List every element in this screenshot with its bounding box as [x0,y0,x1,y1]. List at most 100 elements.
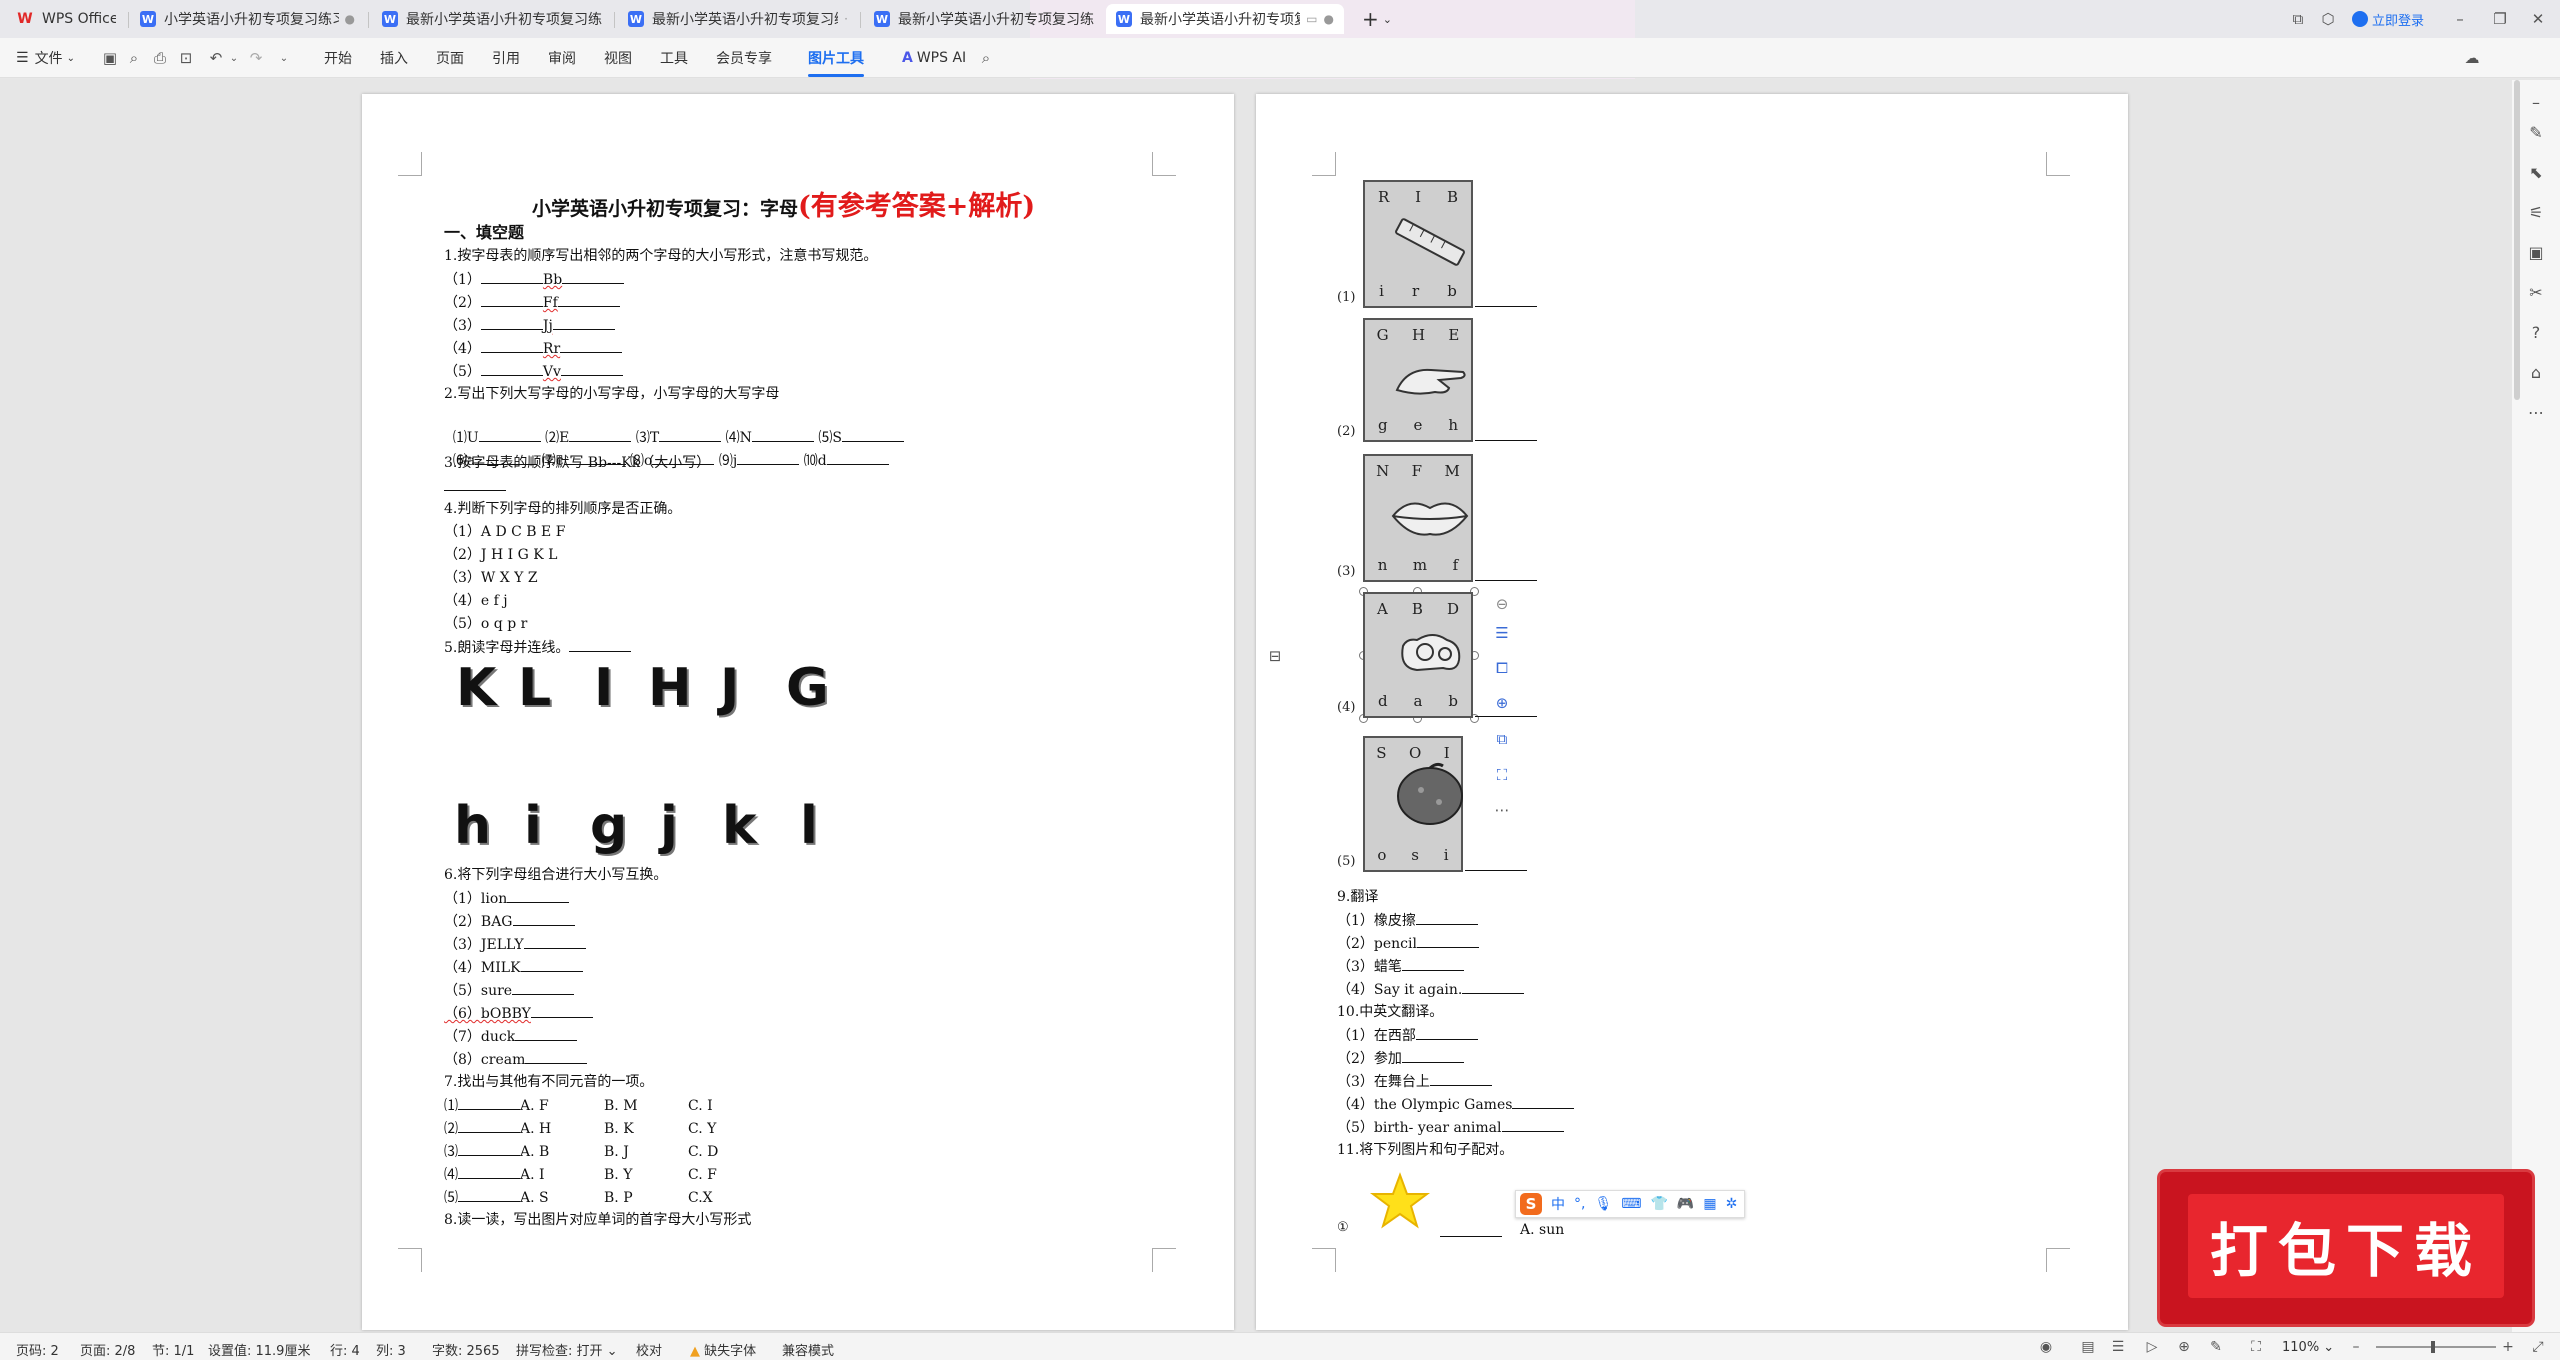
more-options-icon[interactable]: ⋯ [1489,797,1515,823]
punctuation-icon[interactable]: °, [1574,1196,1585,1212]
star-image[interactable] [1370,1172,1430,1232]
menu-tools[interactable]: 工具 [660,45,688,71]
login-button[interactable]: 立即登录 [2352,6,2424,32]
tab-close-icon[interactable]: ● [1324,12,1334,26]
search-icon[interactable]: ⌕ [976,48,996,68]
big-letter-upper[interactable]: I [594,658,613,718]
menu-page[interactable]: 页面 [436,45,464,71]
status-spellcheck[interactable]: 拼写检查: 打开 ⌄ [516,1340,618,1359]
big-letter-lower[interactable]: h [454,796,491,856]
close-icon[interactable]: ✕ [2528,9,2548,29]
text-wrap-icon[interactable]: ☰ [1489,620,1515,646]
zoom-in-icon[interactable]: + [2500,1339,2516,1355]
menu-member[interactable]: 会员专享 [716,45,772,71]
adjust-icon[interactable]: ⚟ [2526,202,2546,222]
input-method-bar[interactable]: S 中 °, 🎙 ⌨ 👕 🎮 ▦ ✲ [1515,1190,1745,1218]
status-proof[interactable]: 校对 [636,1340,662,1359]
menu-picture-tools[interactable]: 图片工具 [808,45,864,77]
letter-picture-3[interactable]: NFM nmf [1363,454,1473,582]
status-word-count[interactable]: 字数: 2565 [432,1340,500,1359]
save-icon[interactable]: ▣ [100,48,120,68]
eye-icon[interactable]: ◉ [2038,1339,2054,1355]
file-menu[interactable]: ☰ 文件 ⌄ [16,45,75,71]
letter-picture-4[interactable]: ABD dab [1363,592,1473,718]
big-letter-lower[interactable]: i [524,796,542,856]
undo-icon[interactable]: ↶ [206,48,226,68]
big-letter-upper[interactable]: L [518,658,551,718]
crop-icon[interactable]: ⧠ [1489,655,1515,681]
more-dropdown-icon[interactable]: ⌄ [274,48,294,68]
letter-picture-1[interactable]: RIB irb [1363,180,1473,308]
zoom-level[interactable]: 110% ⌄ [2282,1340,2334,1355]
web-view-icon[interactable]: ⊕ [2176,1339,2192,1355]
status-col[interactable]: 列: 3 [376,1340,406,1359]
tab-close-icon[interactable]: ● [345,12,355,26]
skin-icon[interactable]: 👕 [1650,1196,1667,1212]
zoom-slider[interactable] [2376,1341,2496,1353]
more-icon[interactable]: ⋯ [2526,402,2546,422]
microphone-icon[interactable]: 🎙 [1594,1196,1612,1212]
tab-doc-5-active[interactable]: W 最新小学英语小升初专项复习：5 ▭ ● [1106,4,1344,34]
fit-icon[interactable]: ⛶ [2248,1339,2264,1355]
print-icon[interactable]: ⎙ [150,48,170,68]
settings-icon[interactable]: ✲ [1726,1196,1738,1212]
new-tab-button[interactable]: + ⌄ [1352,4,1396,34]
big-letter-lower[interactable]: j [660,796,678,856]
play-icon[interactable]: ▷ [2144,1339,2160,1355]
big-letter-upper[interactable]: G [786,658,829,718]
big-letter-lower[interactable]: g [590,796,627,856]
print-preview-icon[interactable]: ⊡ [176,48,196,68]
wps-ai-button[interactable]: A WPS AI [902,45,966,71]
tab-wps-office[interactable]: W WPS Office [6,4,126,34]
outline-icon[interactable]: ☰ [2110,1339,2126,1355]
big-letter-lower[interactable]: k [722,796,757,856]
help-icon[interactable]: ? [2526,322,2546,342]
fullscreen-icon[interactable]: ⤢ [2530,1339,2546,1355]
chinese-mode-toggle[interactable]: 中 [1551,1194,1565,1214]
letter-picture-5[interactable]: SOI osi [1363,736,1463,872]
cloud-icon[interactable]: ☁ [2462,48,2482,68]
tools-icon[interactable]: ✂ [2526,282,2546,302]
image-icon[interactable]: ▣ [2526,242,2546,262]
big-letter-upper[interactable]: J [720,658,739,718]
tab-doc-3[interactable]: W 最新小学英语小升初专项复习练习： · [618,4,858,34]
big-letter-upper[interactable]: H [648,658,692,718]
minimize-icon[interactable]: – [2450,9,2470,29]
find-icon[interactable]: ⌕ [124,48,144,68]
status-page[interactable]: 页码: 2 [16,1340,59,1359]
tab-doc-1[interactable]: W 小学英语小升初专项复习练习：名 ● [130,4,365,34]
tab-close-icon[interactable]: · [844,12,848,26]
zoom-out-icon[interactable]: – [2348,1339,2364,1355]
pen-view-icon[interactable]: ✎ [2208,1339,2224,1355]
big-letter-lower[interactable]: l [800,796,818,856]
game-icon[interactable]: 🎮 [1677,1196,1694,1212]
status-missing-font[interactable]: ▲ 缺失字体 [690,1340,756,1359]
shirt-icon[interactable]: ⌂ [2526,362,2546,382]
page-view-icon[interactable]: ▤ [2080,1339,2096,1355]
menu-reference[interactable]: 引用 [492,45,520,71]
menu-review[interactable]: 审阅 [548,45,576,71]
collapse-icon[interactable]: ⊖ [1489,591,1515,617]
fit-screen-icon[interactable]: ⛶ [1489,762,1515,788]
pen-icon[interactable]: ✎ [2526,122,2546,142]
keyboard-icon[interactable]: ⌨ [1621,1196,1641,1212]
collapse-sidebar-icon[interactable]: – [2526,92,2546,112]
status-setting[interactable]: 设置值: 11.9厘米 [208,1340,310,1359]
scrollbar[interactable] [2514,80,2520,400]
menu-view[interactable]: 视图 [604,45,632,71]
menu-start[interactable]: 开始 [324,45,352,71]
copy-icon[interactable]: ⧉ [1489,726,1515,752]
status-pages[interactable]: 页面: 2/8 [80,1340,135,1359]
status-row[interactable]: 行: 4 [330,1340,360,1359]
menu-insert[interactable]: 插入 [380,45,408,71]
redo-icon[interactable]: ↷ [246,48,266,68]
tab-doc-4[interactable]: W 最新小学英语小升初专项复习练习：4 [864,4,1104,34]
toolbox-icon[interactable]: ▦ [1703,1196,1716,1212]
tab-doc-2[interactable]: W 最新小学英语小升初专项复习练习：3 [372,4,612,34]
layout-options-icon[interactable]: ⊟ [1262,643,1288,669]
monitor-icon[interactable]: ▭ [1306,12,1317,26]
status-section[interactable]: 节: 1/1 [152,1340,194,1359]
download-promo-banner[interactable]: 打包下载 [2160,1172,2532,1324]
letter-picture-2[interactable]: GHE geh [1363,318,1473,442]
undo-dropdown-icon[interactable]: ⌄ [224,48,244,68]
